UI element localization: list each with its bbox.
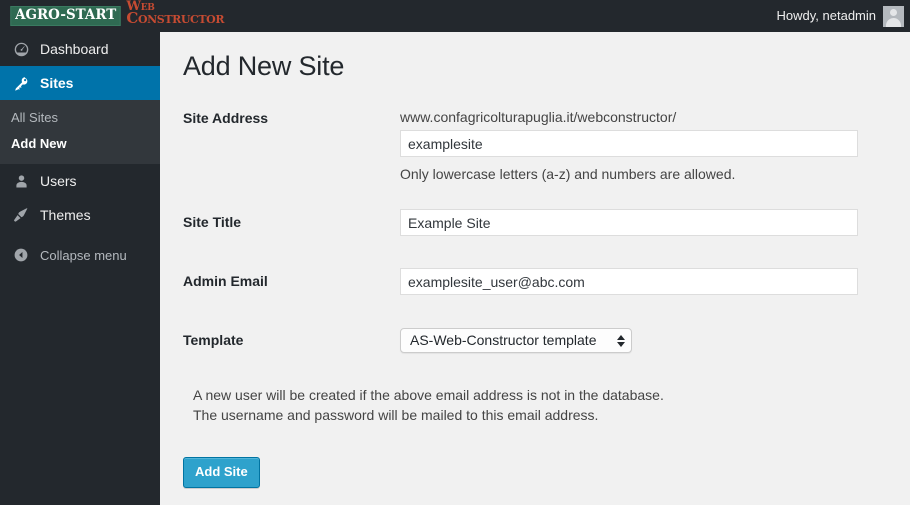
label-site-title: Site Title xyxy=(183,214,242,230)
sidebar-item-themes[interactable]: Themes xyxy=(0,198,160,232)
admin-page: AGRO-START Web Constructor Howdy, netadm… xyxy=(0,0,910,505)
sidebar-submenu-sites: All Sites Add New xyxy=(0,100,160,164)
sidebar-item-label: Themes xyxy=(40,207,91,223)
site-title-input[interactable] xyxy=(400,209,858,236)
avatar-head xyxy=(890,9,897,16)
user-icon xyxy=(11,171,31,191)
avatar-body xyxy=(886,17,901,27)
logo-word-line2: Constructor xyxy=(126,9,225,27)
template-select-value: AS-Web-Constructor template xyxy=(410,332,597,348)
label-admin-email: Admin Email xyxy=(183,273,268,289)
brush-icon xyxy=(11,205,31,225)
logo-wordmark: Web Constructor xyxy=(126,0,238,30)
admin-sidebar: Dashboard Sites All Sites Add New Users xyxy=(0,32,168,505)
admin-bar-left: AGRO-START Web Constructor xyxy=(0,0,238,32)
site-logo[interactable]: AGRO-START Web Constructor xyxy=(8,0,238,30)
logo-badge: AGRO-START xyxy=(10,6,122,26)
sidebar-subitem-all-sites[interactable]: All Sites xyxy=(0,105,160,131)
site-address-prefix: www.confagricolturapuglia.it/webconstruc… xyxy=(400,109,677,125)
field-site-title xyxy=(400,209,858,236)
collapse-arrow-icon xyxy=(11,245,31,265)
label-site-address: Site Address xyxy=(183,110,269,126)
admin-bar: AGRO-START Web Constructor Howdy, netadm… xyxy=(0,0,910,32)
sidebar-item-dashboard[interactable]: Dashboard xyxy=(0,32,160,66)
label-template: Template xyxy=(183,332,244,348)
note-line-2: The username and password will be mailed… xyxy=(193,407,599,423)
field-admin-email xyxy=(400,268,858,295)
dashboard-icon xyxy=(11,39,31,59)
sidebar-item-sites[interactable]: Sites xyxy=(0,66,168,100)
collapse-menu-label: Collapse menu xyxy=(40,247,127,263)
field-template: AS-Web-Constructor template xyxy=(400,328,858,353)
field-site-address: www.confagricolturapuglia.it/webconstruc… xyxy=(400,108,858,183)
sidebar-item-label: Users xyxy=(40,173,77,189)
sidebar-item-users[interactable]: Users xyxy=(0,164,160,198)
avatar[interactable] xyxy=(883,5,904,27)
sidebar-subitem-add-new[interactable]: Add New xyxy=(0,131,160,157)
collapse-menu-button[interactable]: Collapse menu xyxy=(0,240,160,270)
select-stepper-icon xyxy=(617,334,625,347)
howdy-label[interactable]: Howdy, netadmin xyxy=(777,0,876,32)
note-line-1: A new user will be created if the above … xyxy=(193,387,664,403)
key-icon xyxy=(11,73,31,93)
site-address-input[interactable] xyxy=(400,130,858,157)
template-select[interactable]: AS-Web-Constructor template xyxy=(400,328,632,353)
page-title: Add New Site xyxy=(183,51,345,81)
admin-bar-right: Howdy, netadmin xyxy=(777,0,910,32)
main-content: Add New Site Site Address www.confagrico… xyxy=(160,32,910,505)
admin-email-input[interactable] xyxy=(400,268,858,295)
sidebar-item-label: Sites xyxy=(40,75,74,91)
add-site-button[interactable]: Add Site xyxy=(183,457,260,488)
site-address-help: Only lowercase letters (a-z) and numbers… xyxy=(400,166,736,182)
sidebar-item-label: Dashboard xyxy=(40,41,109,57)
active-menu-arrow-icon xyxy=(160,75,168,91)
